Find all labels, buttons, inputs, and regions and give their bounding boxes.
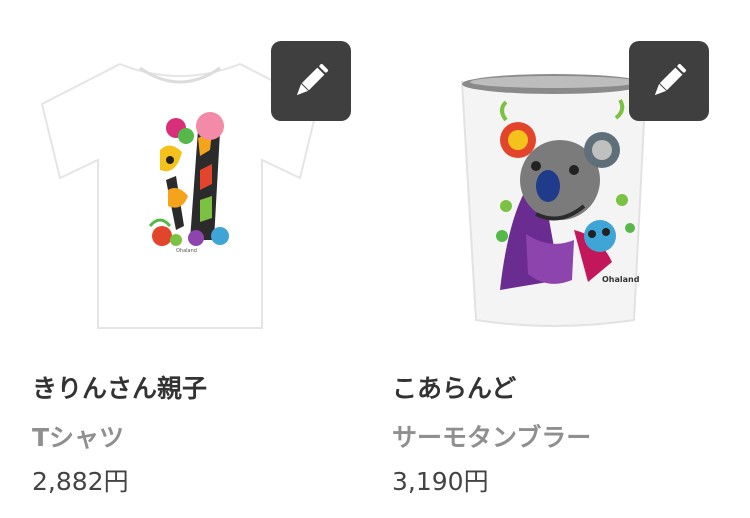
product-type: Tシャツ xyxy=(32,423,125,452)
product-title[interactable]: こあらんど xyxy=(392,369,516,405)
svg-text:Ohaland: Ohaland xyxy=(176,248,197,254)
pencil-icon xyxy=(296,63,329,96)
product-card[interactable]: Ohaland こあらんど サーモタンブラー 3,190円 xyxy=(360,0,720,518)
edit-button[interactable] xyxy=(271,41,351,121)
product-price: 2,882円 xyxy=(32,467,129,496)
product-title[interactable]: きりんさん親子 xyxy=(32,369,207,405)
edit-button[interactable] xyxy=(629,41,709,121)
print-text: Ohaland xyxy=(602,275,640,284)
product-card[interactable]: Ohaland きりんさん親子 Tシャツ 2,882円 xyxy=(0,0,360,518)
pencil-icon xyxy=(654,63,687,96)
product-type: サーモタンブラー xyxy=(392,423,592,452)
product-price: 3,190円 xyxy=(392,467,489,496)
